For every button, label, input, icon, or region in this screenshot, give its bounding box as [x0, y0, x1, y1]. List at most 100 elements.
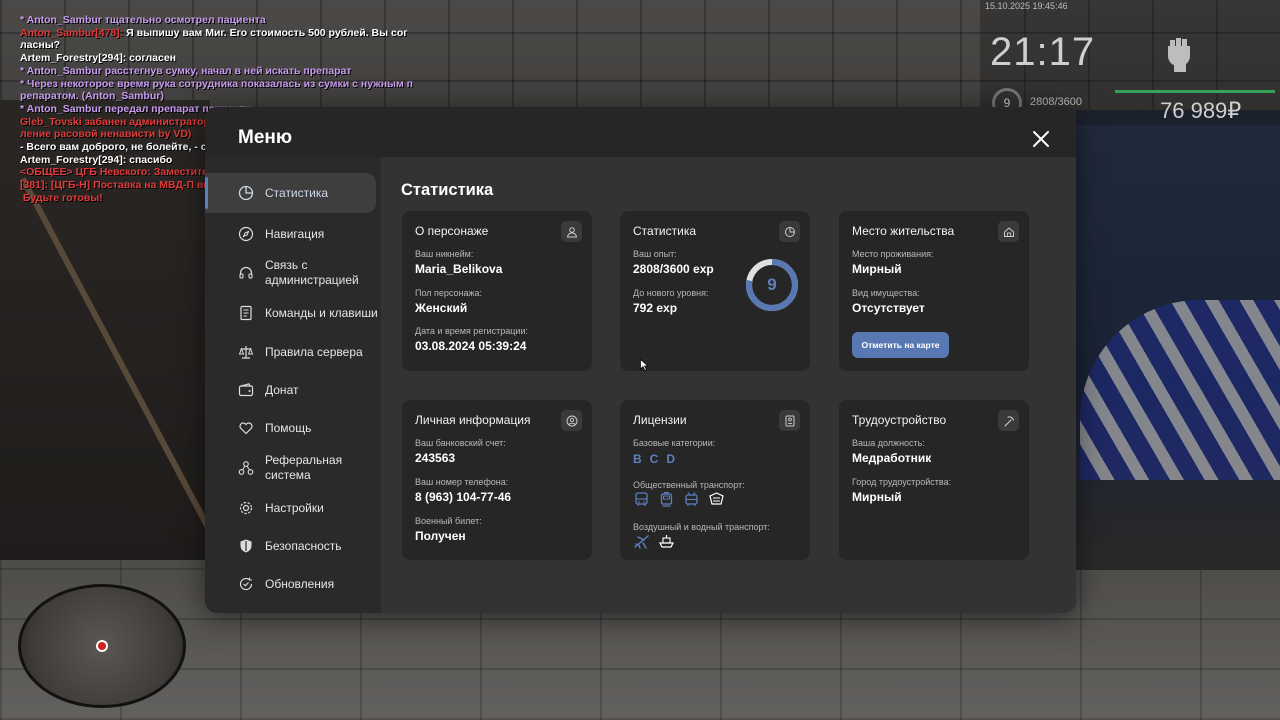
license-category-d: D — [666, 452, 676, 466]
sidebar-item-donate[interactable]: Донат — [205, 371, 381, 409]
health-bar — [1115, 90, 1275, 93]
sidebar-item-label: Донат — [265, 382, 299, 397]
sidebar-item-label: Навигация — [265, 226, 325, 241]
user-icon — [561, 221, 582, 242]
card-title: О персонаже — [415, 224, 489, 238]
menu-title: Меню — [238, 127, 293, 148]
sidebar-item-label: Правила сервера — [265, 344, 363, 359]
page-title: Статистика — [401, 181, 494, 199]
experience-card: Статистика Ваш опыт: 2808/3600 exp До но… — [620, 211, 810, 371]
sidebar-item-label: Реферальная система — [265, 453, 343, 482]
chat-line: репаратом. (Anton_Sambur) — [20, 90, 164, 103]
sidebar-item-security[interactable]: Безопасность — [205, 527, 381, 565]
sidebar-item-admin-contact[interactable]: Связь с администрацией — [205, 253, 381, 293]
card-title: Лицензии — [633, 413, 687, 427]
sidebar-item-label: Обновления — [265, 576, 335, 591]
public-transport-icons — [633, 492, 725, 507]
shield-icon — [240, 539, 252, 553]
people-network-icon — [238, 461, 254, 475]
military-value: Получен — [415, 529, 466, 543]
residence-card: Место жительства Место проживания: Мирны… — [839, 211, 1029, 371]
character-card: О персонаже Ваш никнейм: Maria_Belikova … — [402, 211, 592, 371]
phone-label: Ваш номер телефона: — [415, 477, 509, 487]
hud-time: 21:17 — [990, 30, 1096, 74]
refresh-check-icon — [239, 577, 253, 591]
card-title: Статистика — [633, 224, 697, 238]
sidebar-item-referral[interactable]: Реферальная система — [205, 447, 381, 489]
document-icon — [240, 305, 252, 321]
next-level-value: 792 exp — [633, 301, 678, 315]
phone-value: 8 (963) 104-77-46 — [415, 490, 512, 504]
chat-line: Artem_Forestry[294]: согласен — [20, 52, 177, 65]
bus-icon — [635, 492, 648, 506]
tram-icon — [660, 492, 673, 507]
public-transport-label: Общественный транспорт: — [633, 480, 745, 490]
employment-card: Трудоустройство Ваша должность: Медработ… — [839, 400, 1029, 560]
card-title: Трудоустройство — [852, 413, 947, 427]
pie-chart-icon — [238, 185, 254, 201]
ship-icon — [659, 535, 674, 548]
plane-icon — [634, 535, 649, 549]
air-water-label: Воздушный и водный транспорт: — [633, 522, 770, 532]
sidebar-item-help[interactable]: Помощь — [205, 409, 381, 447]
nickname-label: Ваш никнейм: — [415, 249, 474, 259]
scales-icon — [238, 346, 254, 359]
pie-chart-icon — [779, 221, 800, 242]
sidebar-item-rules[interactable]: Правила сервера — [205, 333, 381, 371]
user-circle-icon — [561, 410, 582, 431]
sidebar-item-label: Помощь — [265, 420, 312, 435]
registration-value: 03.08.2024 05:39:24 — [415, 339, 527, 353]
sidebar-item-commands[interactable]: Команды и клавиши — [205, 293, 381, 333]
nickname-value: Maria_Belikova — [415, 262, 503, 276]
subway-icon — [709, 492, 724, 505]
card-title: Место жительства — [852, 224, 955, 238]
gender-label: Пол персонажа: — [415, 288, 483, 298]
hud-date: 15.10.2025 19:45:46 — [985, 1, 1068, 11]
chat-line: * Anton_Sambur расстегнув сумку, начал в… — [20, 64, 352, 77]
bank-label: Ваш банковский счет: — [415, 438, 506, 448]
exp-label: Ваш опыт: — [633, 249, 677, 259]
job-city-label: Город трудоустройства: — [852, 477, 952, 487]
player-marker-icon — [96, 640, 108, 652]
registration-label: Дата и время регистрации: — [415, 326, 528, 336]
headset-icon — [239, 266, 253, 279]
mark-on-map-button[interactable]: Отметить на карте — [852, 332, 949, 358]
license-category-b: B — [633, 452, 642, 466]
gender-value: Женский — [415, 301, 468, 315]
position-value: Медработник — [852, 451, 932, 465]
sidebar-item-settings[interactable]: Настройки — [205, 489, 381, 527]
sidebar-item-statistics[interactable]: Статистика — [205, 173, 376, 213]
id-card-icon — [779, 410, 800, 431]
exp-value: 2808/3600 exp — [633, 262, 714, 276]
next-level-label: До нового уровня: — [633, 288, 709, 298]
personal-info-card: Личная информация Ваш банковский счет: 2… — [402, 400, 592, 560]
sidebar-item-updates[interactable]: Обновления — [205, 565, 381, 603]
statistics-content: Статистика О персонаже Ваш никнейм: Mari… — [381, 157, 1076, 613]
pickaxe-icon — [998, 410, 1019, 431]
compass-icon — [238, 226, 254, 242]
residence-label: Место проживания: — [852, 249, 934, 259]
level-number: 9 — [767, 275, 777, 294]
sidebar-item-label: Безопасность — [265, 538, 342, 553]
card-title: Личная информация — [415, 413, 531, 427]
sidebar-item-navigation[interactable]: Навигация — [205, 215, 381, 253]
sidebar-item-label: Настройки — [265, 500, 324, 515]
job-city-value: Мирный — [852, 490, 902, 504]
fist-icon — [1168, 38, 1190, 72]
sidebar: Статистика Навигация Связь с администрац… — [205, 157, 381, 613]
hud-money: 76 989₽ — [1160, 98, 1242, 123]
base-categories-label: Базовые категории: — [633, 438, 716, 448]
license-categories: BCD — [633, 452, 683, 466]
close-icon[interactable] — [1029, 127, 1053, 151]
property-label: Вид имущества: — [852, 288, 920, 298]
chat-line: Anton_Sambur[478]: Я выпишу вам Миг. Его… — [20, 26, 408, 39]
sidebar-item-label: Связь с администрацией — [265, 258, 359, 287]
position-label: Ваша должность: — [852, 438, 925, 448]
sidebar-item-label: Команды и клавиши — [265, 305, 378, 320]
license-category-c: C — [649, 452, 659, 466]
gear-icon — [239, 501, 253, 515]
licenses-card: Лицензии Базовые категории: BCD Обществе… — [620, 400, 810, 560]
wallet-icon — [238, 383, 254, 397]
chat-line: ласны? — [20, 39, 61, 52]
menu-header — [205, 107, 1076, 157]
